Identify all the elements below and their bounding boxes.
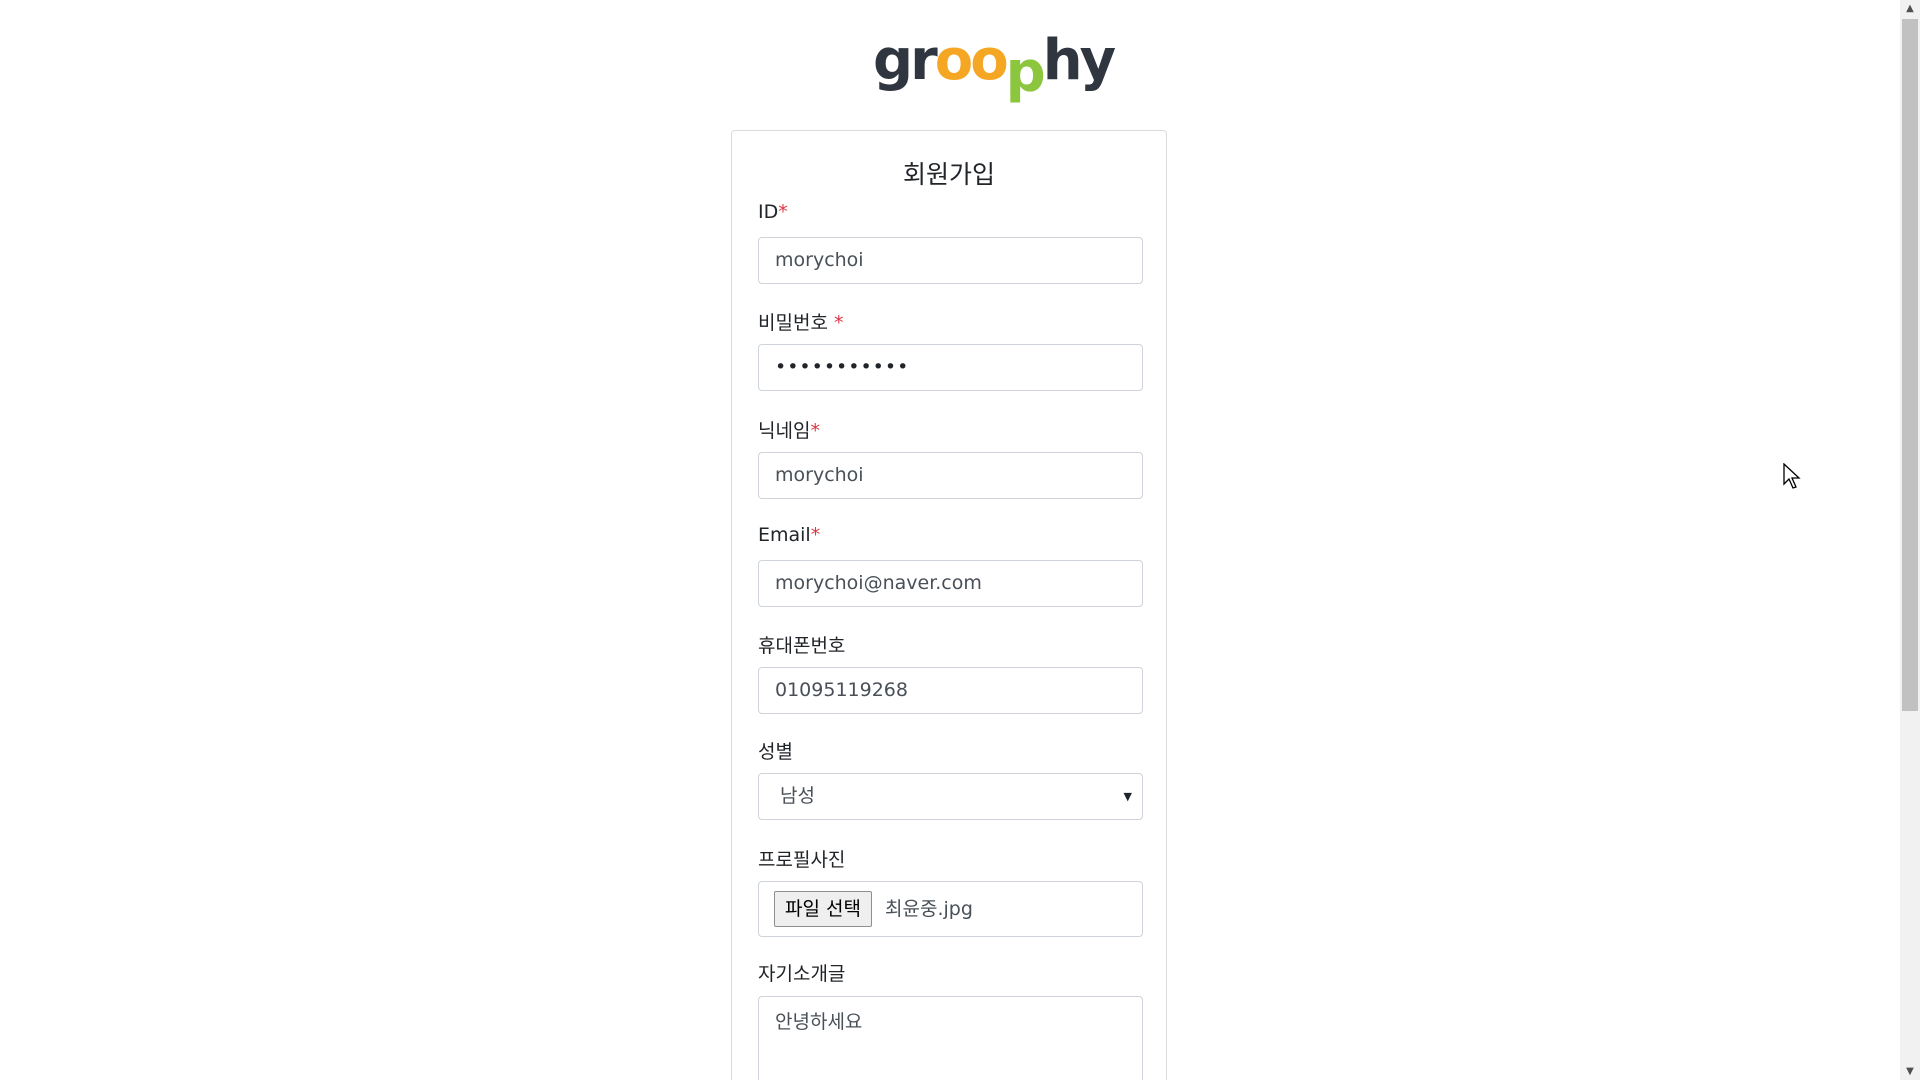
id-input[interactable]: morychoi	[758, 237, 1143, 284]
password-label: 비밀번호 *	[758, 308, 843, 335]
logo-text-gr: gr	[873, 28, 938, 93]
profile-photo-label: 프로필사진	[758, 849, 846, 871]
scroll-up-arrow-icon[interactable]: ▲	[1900, 0, 1920, 17]
logo-text-o2: o	[970, 28, 1009, 93]
gender-selected-value: 남성	[780, 785, 815, 807]
email-input[interactable]: morychoi@naver.com	[758, 560, 1143, 607]
intro-label: 자기소개글	[758, 963, 846, 985]
signup-card: 회원가입 ID* morychoi 비밀번호 * ••••••••••• 닉네임…	[731, 130, 1167, 1080]
page: groophy 회원가입 ID* morychoi 비밀번호 * •••••••…	[0, 0, 1900, 1080]
groophy-logo[interactable]: groophy	[873, 28, 1116, 105]
logo-text-o1: o	[934, 28, 974, 93]
password-label-text: 비밀번호	[758, 312, 834, 334]
nickname-label: 닉네임*	[758, 416, 820, 443]
password-input[interactable]: •••••••••••	[758, 344, 1143, 391]
gender-label: 성별	[758, 741, 793, 763]
required-mark: *	[810, 420, 820, 442]
mouse-cursor-icon	[1783, 463, 1801, 489]
vertical-scrollbar[interactable]: ▲ ▼	[1900, 0, 1920, 1080]
intro-textarea[interactable]: 안녕하세요	[758, 996, 1143, 1080]
scroll-thumb[interactable]	[1902, 19, 1918, 711]
signup-title: 회원가입	[902, 160, 995, 189]
id-label-text: ID	[758, 201, 779, 223]
choose-file-button[interactable]: 파일 선택	[774, 891, 872, 927]
nickname-label-text: 닉네임	[758, 420, 811, 442]
chevron-down-icon: ▼	[1123, 790, 1132, 803]
profile-photo-file-input[interactable]: 파일 선택 최윤중.jpg	[758, 881, 1143, 937]
required-mark: *	[810, 524, 821, 546]
scroll-down-arrow-icon[interactable]: ▼	[1900, 1063, 1920, 1080]
email-label-text: Email	[758, 524, 811, 546]
required-mark: *	[778, 201, 788, 223]
selected-file-name: 최윤중.jpg	[885, 898, 973, 920]
required-mark: *	[833, 312, 844, 334]
email-label: Email*	[758, 524, 820, 546]
logo-text-p: p	[1005, 40, 1046, 105]
gender-select[interactable]: 남성 ▼	[758, 773, 1143, 820]
nickname-input[interactable]: morychoi	[758, 452, 1143, 499]
phone-label: 휴대폰번호	[758, 635, 846, 657]
logo-text-hy: hy	[1042, 28, 1116, 93]
id-label: ID*	[758, 201, 788, 223]
phone-input[interactable]: 01095119268	[758, 667, 1143, 714]
